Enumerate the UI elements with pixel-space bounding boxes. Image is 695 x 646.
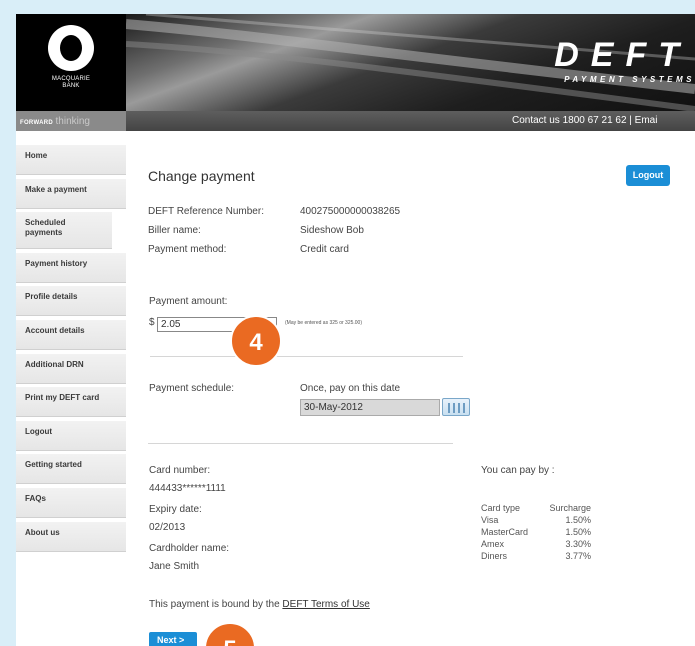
expiry-value: 02/2013 bbox=[149, 522, 186, 533]
calendar-icon[interactable] bbox=[442, 398, 470, 416]
card-number-value: 444433******1111 bbox=[149, 483, 226, 494]
reference-value: 400275000000038265 bbox=[300, 206, 401, 217]
deft-logo[interactable]: DEFT bbox=[554, 36, 691, 75]
bank-logo-icon bbox=[48, 25, 94, 71]
cardholder-value: Jane Smith bbox=[149, 561, 200, 572]
sidebar-item-logout[interactable]: Logout bbox=[16, 420, 126, 451]
step-5-badge: 5 bbox=[204, 622, 256, 646]
terms-text: This payment is bound by the DEFT Terms … bbox=[149, 599, 370, 610]
terms-prefix: This payment is bound by the bbox=[149, 599, 283, 610]
sidebar-item-print-card[interactable]: Print my DEFT card bbox=[16, 387, 126, 418]
cardholder-label: Cardholder name: bbox=[149, 543, 230, 554]
divider bbox=[150, 356, 463, 357]
sidebar-item-additional-drn[interactable]: Additional DRN bbox=[16, 353, 126, 384]
card-number-label: Card number: bbox=[149, 465, 211, 476]
sidebar-item-home[interactable]: Home bbox=[16, 145, 126, 175]
header-banner: DEFT PAYMENT SYSTEMS bbox=[126, 14, 695, 111]
sidebar-item-faqs[interactable]: FAQs bbox=[16, 487, 126, 518]
header: MACQUARIE BANK DEFT PAYMENT SYSTEMS bbox=[16, 14, 695, 111]
schedule-option: Once, pay on this date bbox=[300, 383, 401, 394]
contact-info[interactable]: Contact us 1800 67 21 62 | Emai bbox=[512, 111, 657, 131]
surcharge-rate: 1.50% bbox=[565, 527, 591, 537]
surcharge-rate: 1.50% bbox=[565, 515, 591, 525]
table-row: Amex 3.30% bbox=[481, 539, 591, 551]
card-type: MasterCard bbox=[481, 527, 529, 537]
schedule-label: Payment schedule: bbox=[149, 383, 235, 394]
table-row: Diners 3.77% bbox=[481, 551, 591, 563]
card-type: Diners bbox=[481, 551, 508, 561]
sidebar-item-account-details[interactable]: Account details bbox=[16, 319, 126, 350]
sub-header-bar: FORWARD thinking Contact us 1800 67 21 6… bbox=[16, 111, 695, 131]
card-type: Visa bbox=[481, 515, 499, 525]
app-frame: MACQUARIE BANK DEFT PAYMENT SYSTEMS FORW… bbox=[16, 14, 695, 646]
date-input[interactable]: 30-May-2012 bbox=[300, 399, 440, 416]
step-4-badge: 4 bbox=[230, 315, 282, 367]
surcharge-rate: 3.77% bbox=[565, 551, 591, 561]
expiry-label: Expiry date: bbox=[149, 504, 202, 515]
terms-link[interactable]: DEFT Terms of Use bbox=[282, 599, 369, 610]
main-content: Change payment Logout DEFT Reference Num… bbox=[148, 145, 695, 646]
bank-name-line2: BANK bbox=[62, 83, 80, 89]
table-header-row: Card type Surcharge bbox=[481, 503, 591, 515]
sidebar-nav: Home Make a payment Scheduled payments P… bbox=[16, 145, 126, 555]
amount-label: Payment amount: bbox=[149, 296, 228, 307]
card-type: Amex bbox=[481, 539, 505, 549]
tagline-forward: FORWARD bbox=[20, 120, 53, 126]
tagline: FORWARD thinking bbox=[16, 111, 126, 131]
col-card-type: Card type bbox=[481, 503, 521, 513]
sidebar-item-payment-history[interactable]: Payment history bbox=[16, 252, 126, 283]
surcharge-heading: You can pay by : bbox=[481, 465, 555, 476]
bank-name-line1: MACQUARIE bbox=[51, 76, 91, 82]
surcharge-table: Card type Surcharge Visa 1.50% MasterCar… bbox=[481, 503, 591, 563]
surcharge-rate: 3.30% bbox=[565, 539, 591, 549]
sidebar-item-label: Scheduled payments bbox=[25, 218, 66, 238]
biller-value: Sideshow Bob bbox=[300, 225, 364, 236]
logout-button[interactable]: Logout bbox=[626, 165, 670, 186]
bank-logo[interactable]: MACQUARIE BANK bbox=[16, 14, 126, 111]
col-surcharge: Surcharge bbox=[549, 503, 591, 513]
amount-hint: (May be entered as 325 or 325.00) bbox=[285, 320, 362, 326]
next-button[interactable]: Next > bbox=[149, 632, 197, 646]
table-row: MasterCard 1.50% bbox=[481, 527, 591, 539]
method-value: Credit card bbox=[300, 244, 349, 255]
sidebar-item-about-us[interactable]: About us bbox=[16, 521, 126, 552]
divider bbox=[148, 443, 453, 444]
sidebar-item-getting-started[interactable]: Getting started bbox=[16, 454, 126, 485]
reference-label: DEFT Reference Number: bbox=[148, 206, 264, 217]
tagline-thinking: thinking bbox=[55, 116, 90, 127]
currency-symbol: $ bbox=[149, 317, 155, 328]
page-title: Change payment bbox=[148, 168, 255, 184]
biller-label: Biller name: bbox=[148, 225, 201, 236]
sidebar-item-make-a-payment[interactable]: Make a payment bbox=[16, 178, 126, 209]
table-row: Visa 1.50% bbox=[481, 515, 591, 527]
deft-subtitle: PAYMENT SYSTEMS bbox=[564, 75, 695, 84]
method-label: Payment method: bbox=[148, 244, 227, 255]
sidebar-item-profile-details[interactable]: Profile details bbox=[16, 286, 126, 317]
sidebar-item-scheduled-payments[interactable]: Scheduled payments bbox=[16, 212, 112, 250]
